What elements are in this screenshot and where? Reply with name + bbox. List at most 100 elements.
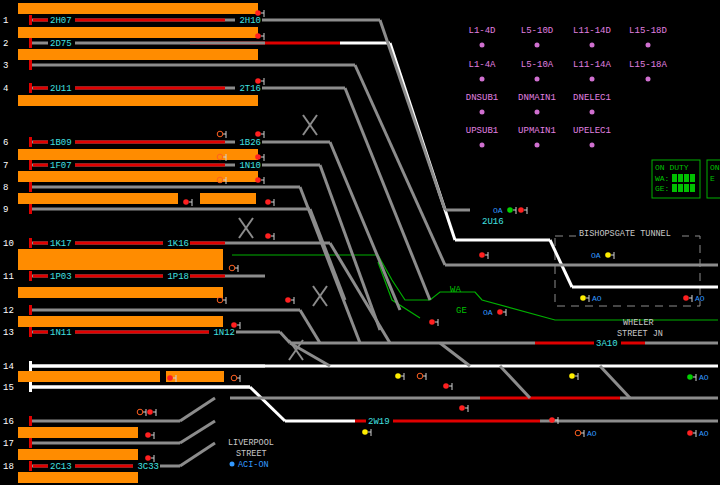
train-berth[interactable]: 1N10 <box>235 160 262 171</box>
train-berth[interactable]: 2H07 <box>48 15 75 26</box>
train-berth[interactable]: 1N12 <box>209 327 236 338</box>
signal[interactable] <box>217 131 226 138</box>
train-berth[interactable]: 2U11 <box>48 83 75 94</box>
signal[interactable] <box>549 417 558 424</box>
signal[interactable]: AO <box>687 429 709 438</box>
track-section[interactable] <box>265 331 280 334</box>
signal[interactable] <box>217 297 226 304</box>
track-section[interactable] <box>440 343 470 366</box>
track-section[interactable] <box>180 443 215 466</box>
track-section[interactable] <box>250 387 285 421</box>
signal[interactable] <box>518 207 527 214</box>
train-berth[interactable]: 1B09 <box>48 137 75 148</box>
track-section[interactable] <box>380 20 445 210</box>
track-section[interactable] <box>180 398 215 421</box>
track-section[interactable] <box>445 209 470 212</box>
train-berth[interactable]: 2D75 <box>48 38 75 49</box>
signal[interactable] <box>255 177 264 184</box>
track-section[interactable] <box>265 87 345 90</box>
signal[interactable] <box>255 10 264 17</box>
track-section[interactable] <box>500 366 530 398</box>
signal[interactable]: AO <box>687 373 709 382</box>
signal[interactable] <box>479 252 488 259</box>
track-section[interactable] <box>30 365 718 368</box>
train-berth[interactable]: 2H10 <box>235 15 262 26</box>
route-indicator[interactable]: L15-18A <box>629 60 667 82</box>
signal[interactable]: AO <box>580 294 602 303</box>
track-section[interactable] <box>535 342 645 345</box>
signal[interactable] <box>255 154 264 161</box>
signal[interactable] <box>255 131 264 138</box>
signal[interactable] <box>569 373 578 380</box>
signal[interactable]: OA <box>493 206 516 215</box>
signal[interactable]: OA <box>483 308 506 317</box>
signal[interactable] <box>362 429 371 436</box>
track-section[interactable] <box>340 42 390 45</box>
track-section[interactable] <box>645 342 718 345</box>
train-berth[interactable]: 1P03 <box>48 271 75 282</box>
platform-track[interactable] <box>30 365 265 368</box>
aci-label[interactable]: ACI-ON <box>238 460 269 470</box>
signal[interactable] <box>217 154 226 161</box>
signal[interactable] <box>167 375 176 382</box>
route-indicator[interactable]: DNELEC1 <box>573 93 611 115</box>
platform-track[interactable] <box>30 309 265 312</box>
train-berth[interactable]: 2U16 <box>480 216 507 227</box>
track-section[interactable] <box>265 208 310 211</box>
track-section[interactable] <box>480 397 620 400</box>
train-berth[interactable]: 1B26 <box>235 137 262 148</box>
train-berth[interactable]: 1N11 <box>48 327 75 338</box>
train-berth[interactable]: 1P18 <box>163 271 190 282</box>
route-indicator[interactable]: UPELEC1 <box>573 126 611 148</box>
track-section[interactable] <box>300 187 360 343</box>
track-section[interactable] <box>180 421 215 443</box>
track-section[interactable] <box>300 310 320 343</box>
track-section[interactable] <box>265 19 380 22</box>
signal[interactable] <box>265 233 274 240</box>
track-section[interactable] <box>620 397 718 400</box>
route-indicator[interactable]: L11-14D <box>573 26 611 48</box>
track-section[interactable] <box>265 64 355 67</box>
track-section[interactable] <box>290 343 330 366</box>
route-indicator[interactable]: L5-10A <box>521 60 554 82</box>
track-section[interactable] <box>330 243 390 343</box>
signal[interactable]: AO <box>683 294 705 303</box>
signal[interactable] <box>285 297 294 304</box>
track-section[interactable] <box>600 366 630 398</box>
signal[interactable] <box>417 373 426 380</box>
train-berth[interactable]: 1K17 <box>48 238 75 249</box>
route-indicator[interactable]: DNMAIN1 <box>518 93 556 115</box>
track-section[interactable] <box>285 420 355 423</box>
train-berth[interactable]: 1K16 <box>163 238 190 249</box>
route-indicator[interactable]: L11-14A <box>573 60 611 82</box>
route-indicator[interactable]: L5-10D <box>521 26 553 48</box>
track-section[interactable] <box>455 239 550 242</box>
signal[interactable] <box>255 33 264 40</box>
train-berth[interactable]: 2C13 <box>48 461 75 472</box>
signal[interactable] <box>265 199 274 206</box>
train-berth[interactable]: 2T16 <box>235 83 262 94</box>
train-berth[interactable]: 3A10 <box>594 338 621 349</box>
platform-track[interactable] <box>30 64 265 67</box>
signal[interactable] <box>255 78 264 85</box>
track-section[interactable] <box>265 141 330 144</box>
route-indicator[interactable]: L1-4D <box>468 26 495 48</box>
signal[interactable] <box>147 409 156 416</box>
track-section[interactable] <box>445 264 550 267</box>
signal[interactable] <box>145 432 154 439</box>
train-berth[interactable]: 3C33 <box>133 461 160 472</box>
track-section[interactable] <box>540 420 718 423</box>
signal[interactable] <box>229 265 238 272</box>
signal[interactable] <box>231 375 240 382</box>
signal[interactable] <box>231 322 240 329</box>
route-indicator[interactable]: L1-4A <box>468 60 496 82</box>
signal[interactable]: AO <box>575 429 597 438</box>
track-section[interactable] <box>265 309 300 312</box>
track-section[interactable] <box>290 342 535 345</box>
track-section[interactable] <box>265 164 320 167</box>
platform-track[interactable] <box>30 208 265 211</box>
signal[interactable] <box>145 455 154 462</box>
signal[interactable] <box>217 177 226 184</box>
signal[interactable] <box>443 383 452 390</box>
route-indicator[interactable]: L15-18D <box>629 26 667 48</box>
